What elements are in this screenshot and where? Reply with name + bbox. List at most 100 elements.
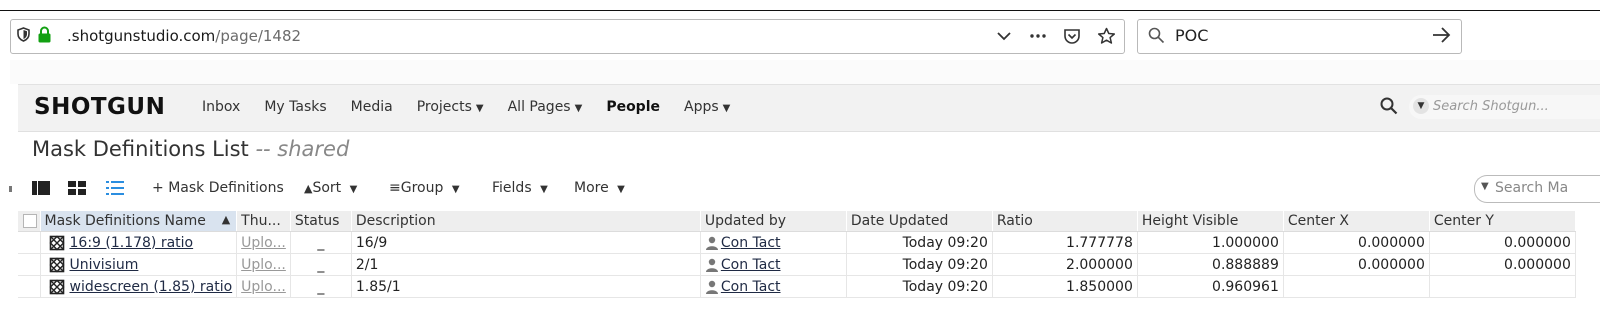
name-cell: 16:9 (1.178) ratio [40,231,238,254]
thumbnail-cell: Uplo... [236,231,291,254]
column-header-status[interactable]: Status [290,211,352,232]
column-header-ratio[interactable]: Ratio [992,211,1138,232]
grid-search-input[interactable]: ▼ Search Ma [1474,175,1600,203]
nav-item-inbox[interactable]: Inbox [202,99,240,115]
ratio-cell[interactable]: 1.777778 [992,231,1138,254]
nav-item-my-tasks[interactable]: My Tasks [264,99,326,115]
center-x-cell[interactable] [1283,275,1430,298]
arrow-right-icon[interactable] [1431,23,1451,47]
row-select-cell[interactable] [18,231,41,254]
column-header-height-visible[interactable]: Height Visible [1137,211,1284,232]
center-y-value: 0.000000 [1504,256,1571,273]
detail-view-icon[interactable] [32,180,50,196]
url-bar[interactable]: .shotgunstudio.com/page/1482 [10,19,1125,54]
chevron-down-icon[interactable]: ▼ [1481,181,1489,192]
entity-link[interactable]: 16:9 (1.178) ratio [70,235,194,251]
center-y-cell[interactable]: 0.000000 [1429,231,1576,254]
entity-link[interactable]: Univisium [70,257,139,273]
center-x-cell[interactable]: 0.000000 [1283,253,1430,276]
chevron-down-icon: ▼ [617,184,625,195]
column-header-name[interactable]: Mask Definitions Name ▲ [40,211,238,232]
row-select-cell[interactable] [18,275,41,298]
description-cell[interactable]: 1.85/1 [351,275,701,298]
lock-icon[interactable] [37,26,52,43]
more-button[interactable]: More ▼ [574,180,625,196]
global-search-input[interactable]: ▼ Search Shotgun... [1409,95,1600,119]
nav-item-label: Media [350,99,393,115]
chevron-down-icon: ▼ [349,184,358,195]
bookmarks-strip [10,60,1600,84]
column-header-center-x[interactable]: Center X [1283,211,1430,232]
ratio-value: 1.777778 [1066,234,1133,251]
nav-item-media[interactable]: Media [351,99,393,115]
column-header-date-updated[interactable]: Date Updated [846,211,993,232]
name-cell: Univisium [40,253,238,276]
nav-item-projects[interactable]: Projects ▼ [417,99,484,115]
group-label: Group [400,180,444,196]
description-cell[interactable]: 2/1 [351,253,701,276]
column-header-updated-by[interactable]: Updated by [700,211,847,232]
ratio-cell[interactable]: 1.850000 [992,275,1138,298]
column-header-thumbnail[interactable]: Thu... [236,211,291,232]
height-visible-cell[interactable]: 0.888889 [1137,253,1284,276]
column-header-description[interactable]: Description [351,211,701,232]
collapse-handle[interactable] [9,186,12,192]
list-view-icon[interactable] [106,180,124,196]
search-icon[interactable] [1380,97,1398,115]
user-link[interactable]: Con Tact [721,279,781,295]
table-row[interactable]: 16:9 (1.178) ratio Uplo... _ 16/9 Con Ta… [18,231,1576,254]
description-cell[interactable]: 16/9 [351,231,701,254]
description-value: 1.85/1 [355,278,401,295]
height-visible-cell[interactable]: 1.000000 [1137,231,1284,254]
column-label: Height Visible [1141,213,1239,229]
updated-by-cell: Con Tact [700,253,847,276]
pocket-icon[interactable] [1062,25,1082,47]
row-select-cell[interactable] [18,253,41,276]
mask-definitions-grid: Mask Definitions Name ▲ Thu... Status Des… [18,211,1600,298]
status-cell[interactable]: _ [290,253,352,276]
status-cell[interactable]: _ [290,231,352,254]
select-all-checkbox[interactable] [18,211,41,232]
table-row[interactable]: Univisium Uplo... _ 2/1 Con Tact Today 0… [18,253,1576,276]
nav-item-label: Apps [684,99,719,115]
browser-search-input[interactable]: POC [1137,19,1462,54]
column-label: Description [355,213,436,229]
plus-icon: + [152,180,164,196]
height-visible-cell[interactable]: 0.960961 [1137,275,1284,298]
nav-item-apps[interactable]: Apps ▼ [684,99,730,115]
url-host: .shotgunstudio.com [67,27,216,45]
table-row[interactable]: widescreen (1.85) ratio Uplo... _ 1.85/1… [18,275,1576,298]
star-icon[interactable] [1096,25,1116,47]
group-button[interactable]: ≡Group ▼ [389,180,460,196]
add-mask-definition-button[interactable]: + Mask Definitions [152,180,284,196]
upload-link[interactable]: Uplo... [241,279,286,295]
center-y-cell[interactable] [1429,275,1576,298]
entity-link[interactable]: widescreen (1.85) ratio [70,279,233,295]
thumbnail-view-icon[interactable] [68,180,86,196]
user-link[interactable]: Con Tact [721,235,781,251]
sort-button[interactable]: ▲Sort ▼ [304,180,357,196]
more-icon[interactable] [1028,25,1048,47]
fields-button[interactable]: Fields ▼ [492,180,548,196]
chevron-down-icon: ▼ [722,103,731,114]
chevron-down-icon[interactable]: ▼ [1413,98,1429,114]
shield-icon[interactable] [17,27,30,42]
nav-item-people[interactable]: People [606,99,660,115]
user-link[interactable]: Con Tact [721,257,781,273]
shotgun-logo[interactable]: SHOTGUN [34,94,165,120]
center-y-cell[interactable]: 0.000000 [1429,253,1576,276]
column-label: Status [294,213,340,229]
ratio-cell[interactable]: 2.000000 [992,253,1138,276]
search-icon [1148,27,1165,44]
url-text[interactable]: .shotgunstudio.com/page/1482 [67,27,301,45]
upload-link[interactable]: Uplo... [241,257,286,273]
status-cell[interactable]: _ [290,275,352,298]
nav-item-all-pages[interactable]: All Pages ▼ [508,99,583,115]
chevron-down-icon[interactable] [994,25,1014,47]
upload-link[interactable]: Uplo... [241,235,286,251]
column-header-center-y[interactable]: Center Y [1429,211,1576,232]
center-x-cell[interactable]: 0.000000 [1283,231,1430,254]
column-label: Thu... [241,213,281,229]
updated-by-cell: Con Tact [700,275,847,298]
updated-by-cell: Con Tact [700,231,847,254]
